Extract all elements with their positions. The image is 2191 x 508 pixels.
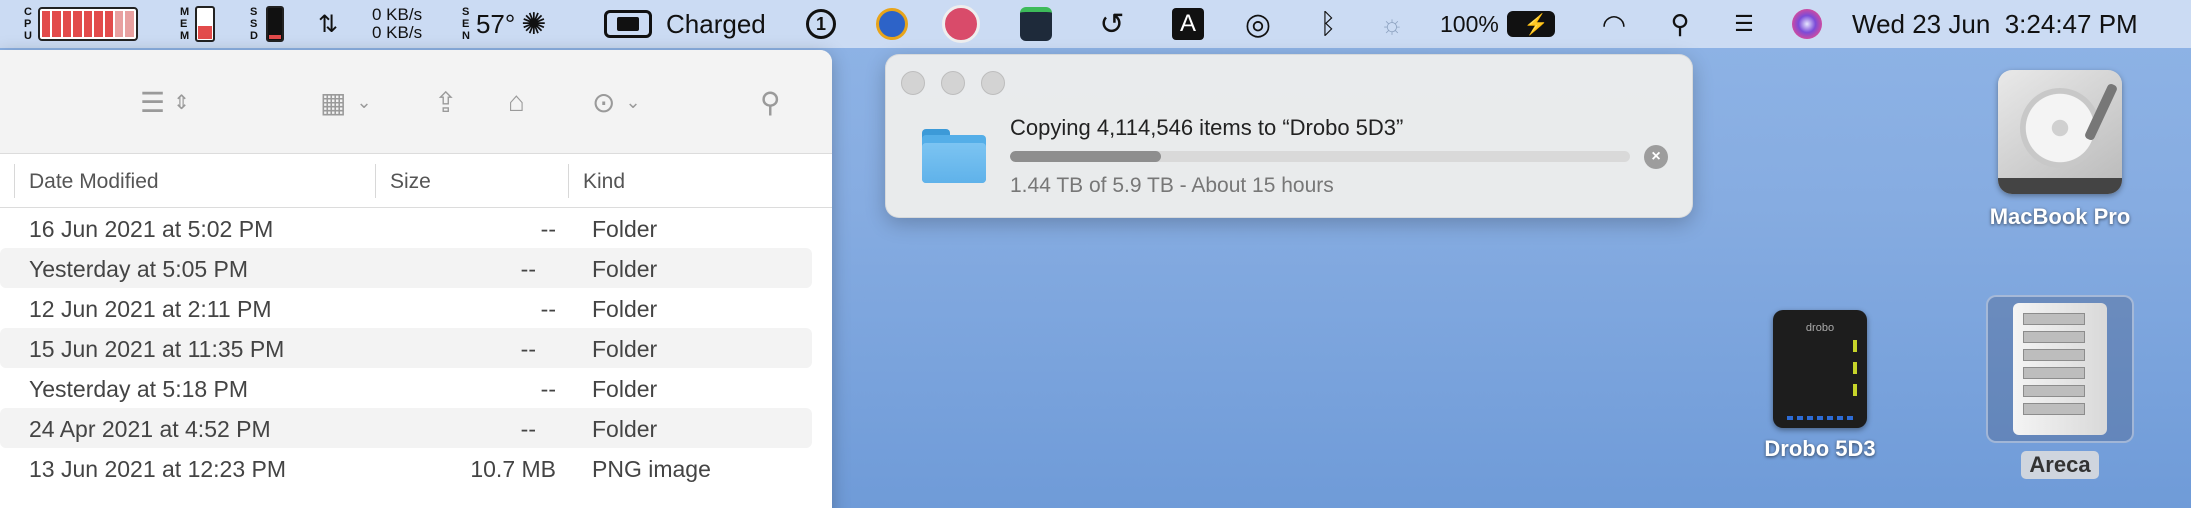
memory-monitor[interactable]: M E M <box>180 0 216 48</box>
list-view-button[interactable]: ☰ ⇕ <box>140 84 190 120</box>
ssd-label: S S D <box>250 6 258 42</box>
finder-window: ☰ ⇕ ▦ ⌄ ⇪ ⌂ ⊙ ⌄ ⚲ Date Modified Size Kin… <box>0 50 832 508</box>
group-button[interactable]: ▦ ⌄ <box>320 84 372 120</box>
clock[interactable]: Wed 23 Jun 3:24:47 PM <box>1852 0 2138 48</box>
date-time: Wed 23 Jun 3:24:47 PM <box>1852 8 2138 39</box>
tags-button[interactable]: ⌂ <box>508 84 525 120</box>
drobo-drive-icon: drobo <box>1773 310 1867 428</box>
battery-percent: 100% <box>1440 10 1499 37</box>
list-view-icon: ☰ <box>140 86 166 118</box>
bluetooth-icon[interactable]: ᛒ <box>1310 0 1346 48</box>
istat-app-icon[interactable] <box>1020 0 1052 48</box>
selection-highlight <box>1986 295 2134 443</box>
table-row[interactable]: 13 Jun 2021 at 12:23 PM 10.7 MB PNG imag… <box>0 448 832 488</box>
tag-icon: ⌂ <box>508 86 525 117</box>
cpu-monitor[interactable]: C P U <box>24 0 138 48</box>
search-button[interactable]: ⚲ <box>760 84 781 120</box>
raid-enclosure-icon <box>2013 303 2107 435</box>
wifi-icon[interactable]: ◠ <box>1596 0 1632 48</box>
copy-status: 1.44 TB of 5.9 TB - About 15 hours <box>1010 174 1334 197</box>
battery-charging-icon: ⚡ <box>1506 11 1555 37</box>
fan-icon: ✺ <box>521 7 547 41</box>
temperature-readout: 57° <box>475 8 516 39</box>
drobo-brand-text: drobo <box>1805 322 1835 334</box>
net-down-speed: 0 KB/s <box>372 23 423 42</box>
screen-capture-app-icon[interactable] <box>942 0 980 48</box>
ssd-meter <box>265 6 284 42</box>
action-menu-button[interactable]: ⊙ ⌄ <box>592 84 641 120</box>
desktop-icon-label: Areca <box>2021 451 2099 479</box>
network-arrows-icon[interactable]: ⇅ <box>318 0 338 48</box>
grid-icon: ▦ <box>320 86 347 118</box>
mem-meter <box>195 6 216 42</box>
table-row[interactable]: Yesterday at 5:05 PM -- Folder <box>0 248 812 288</box>
share-icon: ⇪ <box>434 86 458 118</box>
blue-circle-app-icon[interactable] <box>876 0 908 48</box>
chevron-down-icon: ⌄ <box>625 91 641 112</box>
spotlight-search-icon[interactable]: ⚲ <box>1662 0 1698 48</box>
control-center-icon[interactable]: ☰ <box>1726 0 1762 48</box>
brightness-icon[interactable]: ☼ <box>1374 0 1410 48</box>
cpu-label: C P U <box>24 6 32 42</box>
close-icon: × <box>1651 148 1661 165</box>
sort-chevron-icon: ⇕ <box>173 91 190 114</box>
column-date-modified[interactable]: Date Modified <box>29 170 159 194</box>
table-row[interactable]: 12 Jun 2021 at 2:11 PM -- Folder <box>0 288 832 328</box>
desktop-icon-drobo[interactable]: drobo Drobo 5D3 <box>1740 310 1900 462</box>
desktop-icon-label: Drobo 5D3 <box>1764 436 1876 461</box>
charger-plug-icon <box>604 10 652 38</box>
desktop-icon-label: MacBook Pro <box>1989 204 2131 229</box>
table-row[interactable]: 24 Apr 2021 at 4:52 PM -- Folder <box>0 408 812 448</box>
battery-status-item[interactable]: Charged <box>604 0 766 48</box>
cancel-copy-button[interactable]: × <box>1644 145 1668 169</box>
folder-icon <box>922 129 986 183</box>
desktop-icon-areca[interactable]: Areca <box>1986 295 2134 479</box>
airdrop-icon[interactable]: ◎ <box>1240 0 1276 48</box>
ssd-monitor[interactable]: S S D <box>250 0 284 48</box>
table-row[interactable]: Yesterday at 5:18 PM -- Folder <box>0 368 832 408</box>
time-machine-icon[interactable]: ↺ <box>1094 0 1130 48</box>
menu-bar: C P U M E M S S D ⇅ 0 KB/s 0 KB/s S E N … <box>0 0 2191 48</box>
chevron-down-icon: ⌄ <box>356 91 372 112</box>
cpu-meter <box>37 7 138 41</box>
copy-progress-window: Copying 4,114,546 items to “Drobo 5D3” ×… <box>885 54 1693 218</box>
input-source-icon[interactable]: A <box>1172 0 1204 48</box>
net-up-speed: 0 KB/s <box>372 5 423 24</box>
column-size[interactable]: Size <box>390 170 431 194</box>
onepassword-icon[interactable]: 1 <box>806 0 836 48</box>
table-row[interactable]: 16 Jun 2021 at 5:02 PM -- Folder <box>0 208 832 248</box>
share-button[interactable]: ⇪ <box>434 84 457 120</box>
column-kind[interactable]: Kind <box>583 170 625 194</box>
file-list: 16 Jun 2021 at 5:02 PM -- Folder Yesterd… <box>0 208 832 488</box>
finder-toolbar: ☰ ⇕ ▦ ⌄ ⇪ ⌂ ⊙ ⌄ ⚲ <box>0 50 832 154</box>
desktop-icon-macbook-pro[interactable]: MacBook Pro <box>1980 70 2140 230</box>
more-icon: ⊙ <box>592 86 616 118</box>
battery-menu[interactable]: 100% ⚡ <box>1440 0 1555 48</box>
minimize-window-button[interactable] <box>941 71 965 95</box>
network-monitor[interactable]: 0 KB/s 0 KB/s <box>372 0 422 48</box>
mem-label: M E M <box>180 6 190 42</box>
battery-status-text: Charged <box>666 8 766 39</box>
sensor-monitor[interactable]: S E N 57° ✺ <box>462 0 546 48</box>
sen-label: S E N <box>462 6 470 42</box>
copy-progress-bar <box>1010 151 1630 162</box>
hard-drive-icon <box>1998 70 2122 194</box>
copy-progress-fill <box>1010 151 1162 162</box>
zoom-window-button[interactable] <box>981 71 1005 95</box>
copy-title: Copying 4,114,546 items to “Drobo 5D3” <box>1010 115 1404 140</box>
table-row[interactable]: 15 Jun 2021 at 11:35 PM -- Folder <box>0 328 812 368</box>
close-window-button[interactable] <box>901 71 925 95</box>
siri-icon[interactable] <box>1792 0 1822 48</box>
column-header: Date Modified Size Kind <box>0 154 832 208</box>
search-icon: ⚲ <box>760 86 781 118</box>
